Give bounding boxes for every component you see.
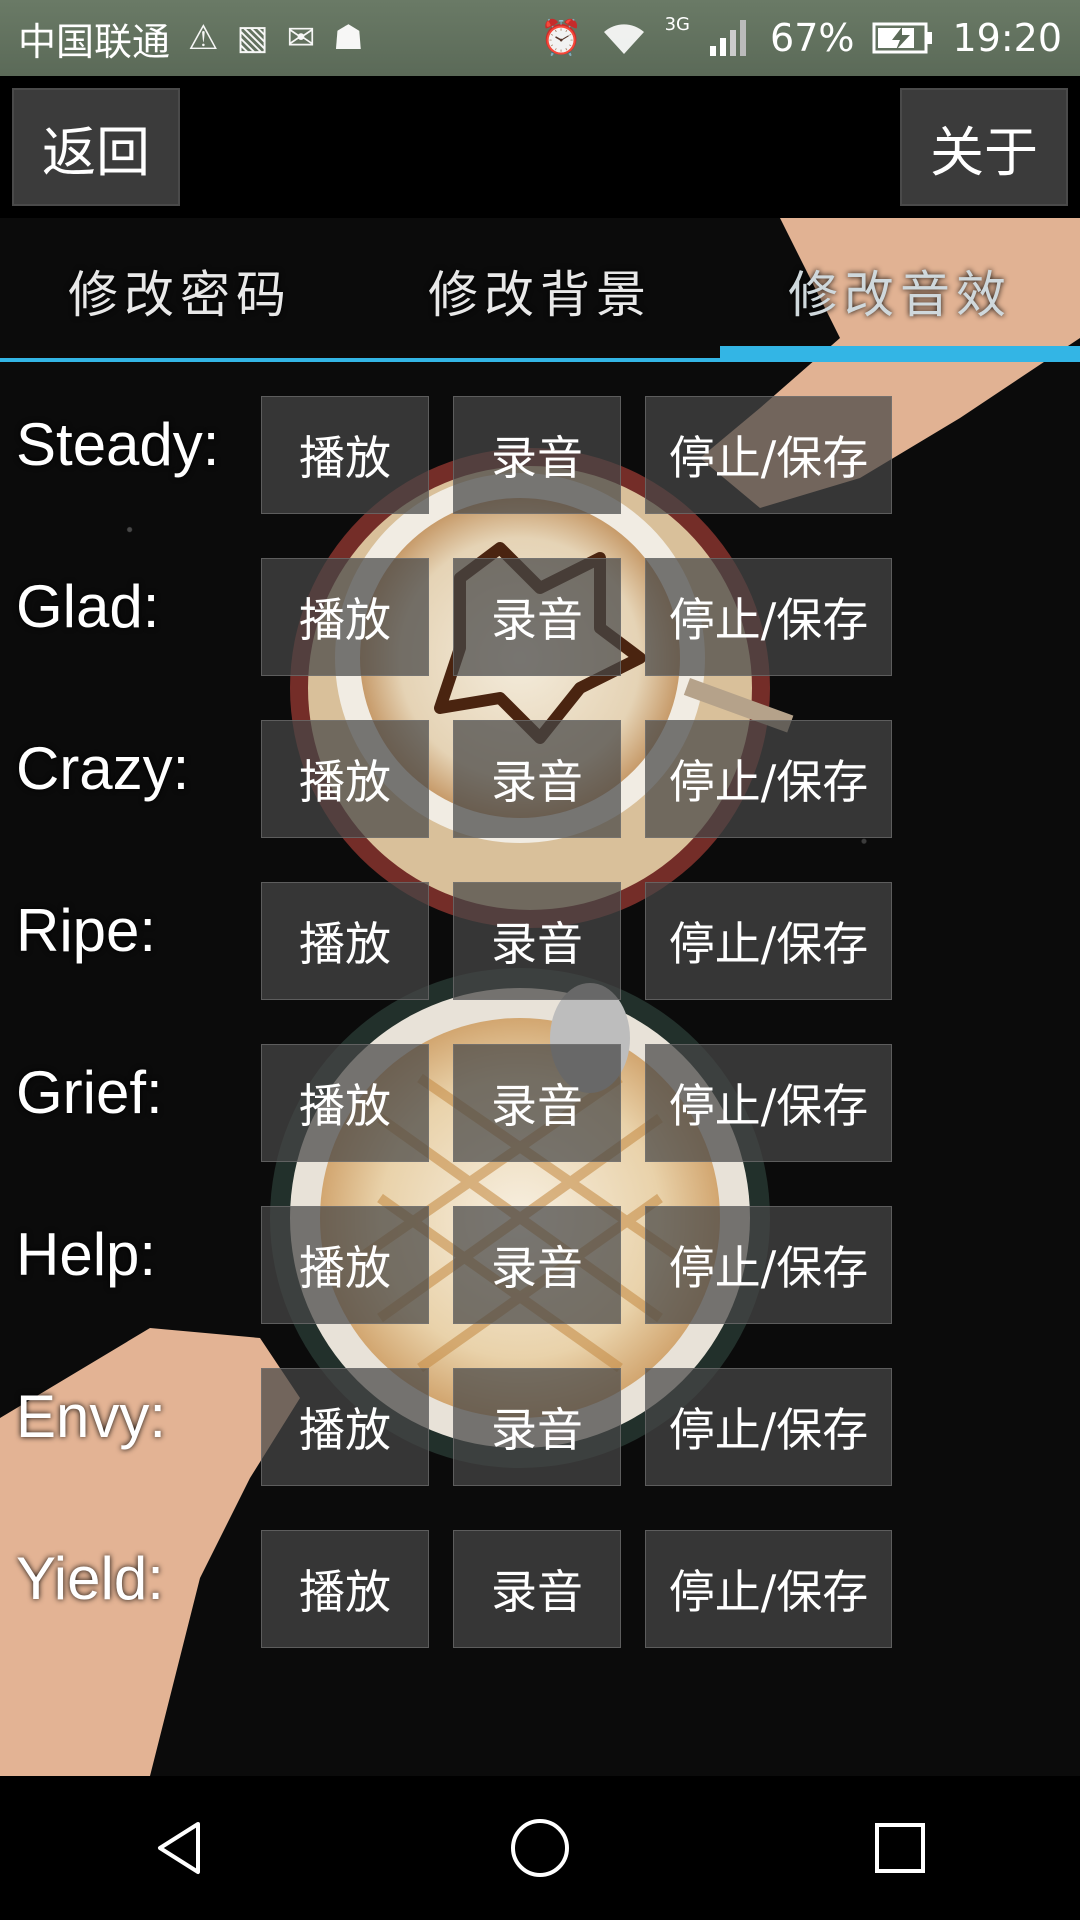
- play-button[interactable]: 播放: [261, 396, 429, 514]
- play-button[interactable]: 播放: [261, 558, 429, 676]
- record-button[interactable]: 录音: [453, 558, 621, 676]
- sound-row-ripe: Ripe: 播放 录音 停止/保存: [0, 874, 1080, 1000]
- sound-row-envy: Envy: 播放 录音 停止/保存: [0, 1360, 1080, 1486]
- battery-percent: 67%: [770, 16, 855, 60]
- stop-save-button[interactable]: 停止/保存: [645, 1368, 892, 1486]
- play-button[interactable]: 播放: [261, 1044, 429, 1162]
- sound-label: Grief:: [16, 1059, 163, 1126]
- nav-recents-button[interactable]: [840, 1788, 960, 1908]
- back-button[interactable]: 返回: [12, 88, 180, 206]
- sound-settings-panel: 修改密码 修改背景 修改音效 Steady: 播放 录音 停止/保存 Glad:…: [0, 218, 1080, 1776]
- sound-label: Ripe:: [16, 897, 157, 964]
- play-button[interactable]: 播放: [261, 1368, 429, 1486]
- sound-row-crazy: Crazy: 播放 录音 停止/保存: [0, 712, 1080, 838]
- tab-active-indicator: [720, 346, 1080, 362]
- play-button[interactable]: 播放: [261, 720, 429, 838]
- battery-icon: [872, 22, 933, 54]
- sound-label: Glad:: [16, 573, 160, 640]
- nav-back-button[interactable]: [120, 1788, 240, 1908]
- stop-save-button[interactable]: 停止/保存: [645, 720, 892, 838]
- record-button[interactable]: 录音: [453, 1530, 621, 1648]
- home-circle-icon: [511, 1819, 569, 1877]
- record-button[interactable]: 录音: [453, 1044, 621, 1162]
- carrier-name: 中国联通: [18, 19, 171, 64]
- stop-save-button[interactable]: 停止/保存: [645, 558, 892, 676]
- record-button[interactable]: 录音: [453, 1368, 621, 1486]
- stop-save-button[interactable]: 停止/保存: [645, 1206, 892, 1324]
- play-button[interactable]: 播放: [261, 1530, 429, 1648]
- alarm-icon: ⏰: [540, 18, 583, 58]
- sound-label: Help:: [16, 1221, 157, 1288]
- sound-label: Yield:: [16, 1545, 164, 1612]
- play-button[interactable]: 播放: [261, 882, 429, 1000]
- record-button[interactable]: 录音: [453, 882, 621, 1000]
- sound-row-glad: Glad: 播放 录音 停止/保存: [0, 550, 1080, 676]
- back-triangle-icon: [158, 1822, 200, 1874]
- tab-change-background[interactable]: 修改背景: [360, 218, 720, 363]
- recents-square-icon: [875, 1823, 925, 1873]
- clock: 19:20: [952, 16, 1062, 60]
- stop-save-button[interactable]: 停止/保存: [645, 396, 892, 514]
- sound-row-help: Help: 播放 录音 停止/保存: [0, 1198, 1080, 1324]
- stop-save-button[interactable]: 停止/保存: [645, 1530, 892, 1648]
- signal-icon: [710, 20, 747, 56]
- status-bar-right: ⏰ 3G 67% 19:20: [540, 13, 1062, 61]
- play-button[interactable]: 播放: [261, 1206, 429, 1324]
- tab-change-sound[interactable]: 修改音效: [720, 218, 1080, 363]
- status-bar: 中国联通 ⚠ ▧ ✉ ☗ ⏰ 3G 67% 19:20: [0, 0, 1080, 76]
- gallery-icon: ▧: [236, 18, 269, 58]
- sound-label: Steady:: [16, 411, 220, 478]
- status-bar-left: 中国联通 ⚠ ▧ ✉ ☗: [18, 11, 364, 66]
- mail-notification-icon: ✉: [286, 18, 316, 58]
- sound-label: Crazy:: [16, 735, 190, 802]
- sim-warning-icon: ⚠: [188, 18, 219, 58]
- sound-row-yield: Yield: 播放 录音 停止/保存: [0, 1522, 1080, 1648]
- sound-row-grief: Grief: 播放 录音 停止/保存: [0, 1036, 1080, 1162]
- network-type: 3G: [664, 13, 691, 35]
- record-button[interactable]: 录音: [453, 720, 621, 838]
- system-nav-bar: [0, 1776, 1080, 1920]
- record-button[interactable]: 录音: [453, 1206, 621, 1324]
- android-icon: ☗: [333, 18, 364, 58]
- nav-home-button[interactable]: [480, 1788, 600, 1908]
- record-button[interactable]: 录音: [453, 396, 621, 514]
- stop-save-button[interactable]: 停止/保存: [645, 882, 892, 1000]
- about-button[interactable]: 关于: [900, 88, 1068, 206]
- stop-save-button[interactable]: 停止/保存: [645, 1044, 892, 1162]
- tab-bar: 修改密码 修改背景 修改音效: [0, 218, 1080, 363]
- action-bar: 返回 关于: [0, 76, 1080, 218]
- sound-label: Envy:: [16, 1383, 167, 1450]
- tab-change-password[interactable]: 修改密码: [0, 218, 360, 363]
- sound-row-steady: Steady: 播放 录音 停止/保存: [0, 388, 1080, 514]
- wifi-icon: [603, 24, 644, 54]
